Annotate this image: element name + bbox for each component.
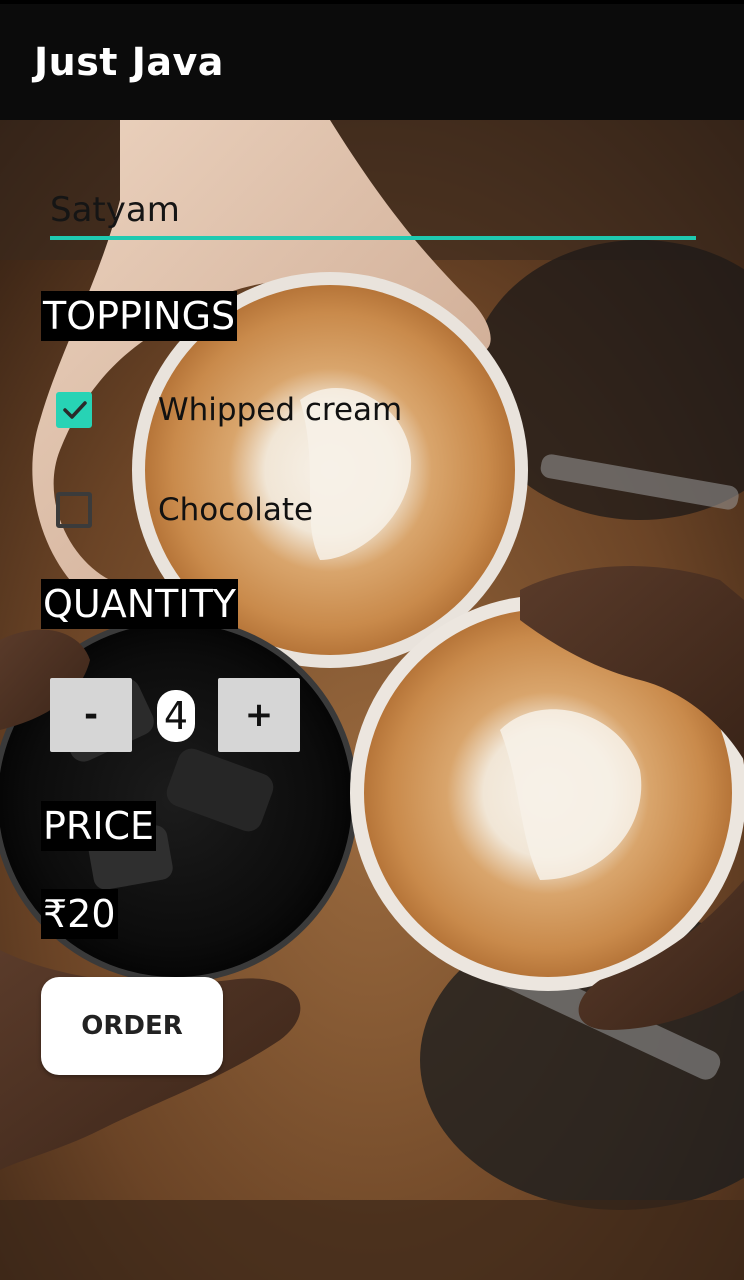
- price-value: ₹20: [41, 889, 118, 939]
- toppings-label: TOPPINGS: [41, 291, 238, 341]
- chocolate-label[interactable]: Chocolate: [158, 492, 313, 528]
- chocolate-checkbox[interactable]: [56, 492, 92, 528]
- check-icon: [63, 401, 87, 419]
- whipped-cream-checkbox[interactable]: [56, 392, 92, 428]
- decrement-button[interactable]: -: [50, 678, 132, 752]
- name-input[interactable]: [50, 184, 696, 240]
- increment-button[interactable]: +: [218, 678, 300, 752]
- whipped-cream-label[interactable]: Whipped cream: [158, 392, 402, 428]
- app-title: Just Java: [34, 40, 224, 84]
- quantity-label: QUANTITY: [41, 579, 238, 629]
- price-label: PRICE: [41, 801, 157, 851]
- order-button[interactable]: ORDER: [41, 977, 223, 1075]
- app-bar: Just Java: [0, 0, 744, 120]
- quantity-value: 4: [157, 690, 195, 742]
